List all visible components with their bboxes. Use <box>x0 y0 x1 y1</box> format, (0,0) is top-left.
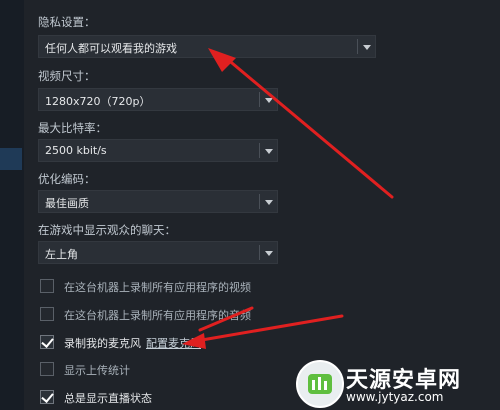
arrow-to-microphone-option <box>182 314 344 349</box>
arrow-to-audio-option <box>198 306 254 332</box>
arrow-to-privacy <box>208 48 394 199</box>
watermark: 天源安卓网 www.jytyaz.com <box>296 358 496 408</box>
watermark-url: www.jytyaz.com <box>346 390 444 404</box>
watermark-logo-icon <box>296 360 344 408</box>
annotation-arrows <box>182 48 394 349</box>
